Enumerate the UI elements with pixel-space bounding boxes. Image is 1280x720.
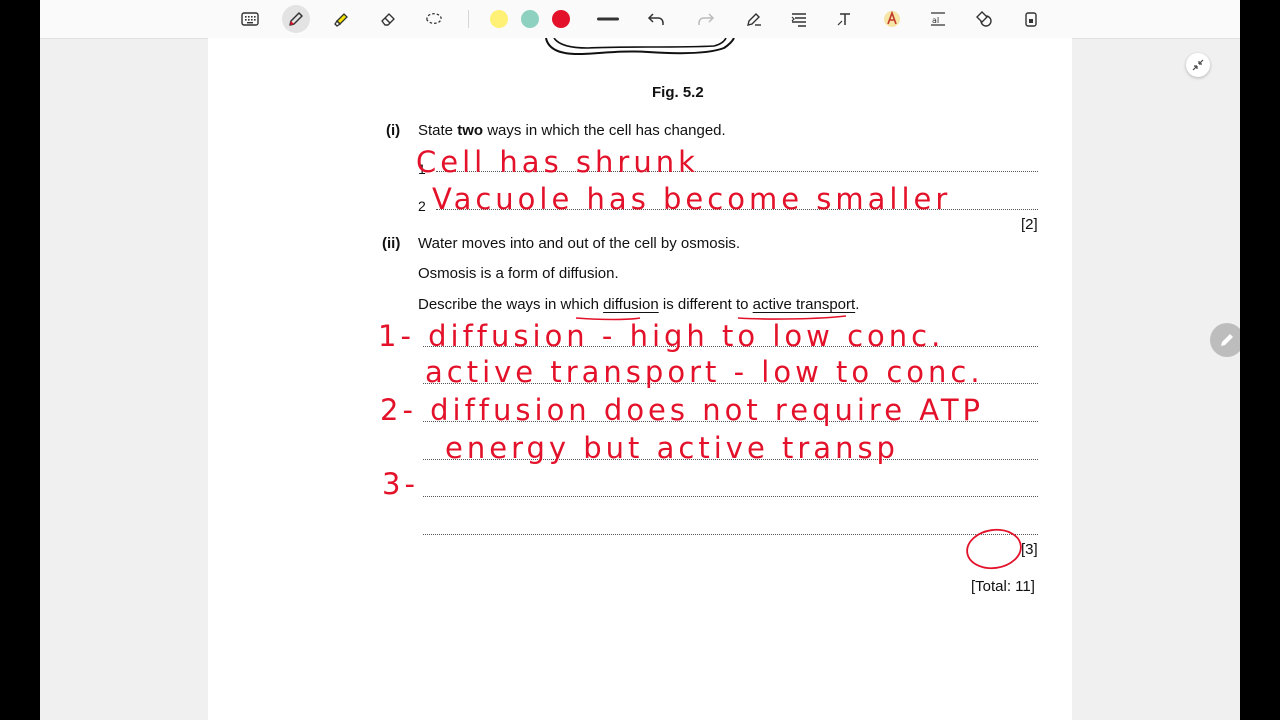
- handwritten-circle: [966, 528, 1022, 570]
- collapse-icon[interactable]: [1186, 53, 1210, 77]
- handwritten-answer: 3-: [382, 467, 419, 501]
- notes-app-window: aI Fig. 5.2 (i) State two ways in which …: [40, 0, 1240, 720]
- handwritten-answer: energy but active transp: [445, 431, 899, 465]
- handwritten-answer: 1- diffusion - high to low conc.: [378, 319, 944, 353]
- handwritten-answer: Cell has shrunk: [416, 145, 699, 179]
- handwritten-answer: active transport - low to conc.: [425, 355, 984, 389]
- edit-pencil-icon[interactable]: [1210, 323, 1240, 357]
- handwriting-layer: Cell has shrunk Vacuole has become small…: [378, 145, 1022, 570]
- handwritten-answer: 2- diffusion does not require ATP: [380, 393, 984, 427]
- handwritten-answer: Vacuole has become smaller: [432, 182, 951, 216]
